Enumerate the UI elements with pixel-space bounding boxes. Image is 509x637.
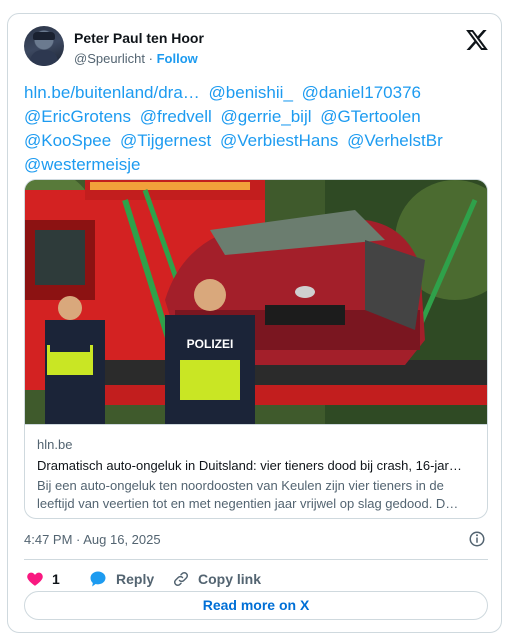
link-token[interactable]: hln.be/buitenland/dra…: [24, 83, 200, 102]
tweet-header: Peter Paul ten Hoor @Speurlicht · Follow: [24, 26, 488, 74]
mention-token[interactable]: @westermeisje: [24, 155, 140, 174]
mention-token[interactable]: @benishii_: [209, 83, 293, 102]
link-title: Dramatisch auto-ongeluk in Duitsland: vi…: [37, 458, 462, 473]
copy-link-button[interactable]: Copy link: [172, 565, 261, 593]
heart-icon: [27, 572, 43, 586]
follow-button[interactable]: Follow: [157, 51, 198, 66]
mention-token[interactable]: @EricGrotens: [24, 107, 131, 126]
read-more-button[interactable]: Read more on X: [24, 591, 488, 620]
author-handle-row: @Speurlicht · Follow: [74, 51, 198, 66]
reply-button[interactable]: Reply: [88, 565, 154, 593]
mention-token[interactable]: @daniel170376: [302, 83, 421, 102]
police-vest-text: POLIZEI: [187, 337, 234, 351]
avatar[interactable]: [24, 26, 64, 66]
link-description: Bij een auto-ongeluk ten noordoosten van…: [37, 478, 459, 511]
x-logo-icon[interactable]: [466, 30, 488, 50]
like-count: 1: [52, 571, 60, 587]
mention-token[interactable]: @KooSpee: [24, 131, 111, 150]
like-button[interactable]: 1: [26, 565, 60, 593]
link-domain: hln.be: [37, 437, 73, 452]
mention-token[interactable]: @fredvell: [140, 107, 212, 126]
copy-link-label: Copy link: [198, 571, 262, 587]
mention-token[interactable]: @VerbiestHans: [220, 131, 338, 150]
separator: ·: [148, 51, 153, 66]
reply-label: Reply: [116, 571, 155, 587]
info-icon[interactable]: [468, 530, 486, 548]
tweet-text: hln.be/buitenland/dra… @benishii_ @danie…: [24, 81, 490, 177]
link-meta[interactable]: hln.be Dramatisch auto-ongeluk in Duitsl…: [25, 424, 487, 518]
mention-token[interactable]: @GTertoolen: [320, 107, 420, 126]
mention-token[interactable]: @gerrie_bijl: [221, 107, 312, 126]
author-name[interactable]: Peter Paul ten Hoor: [74, 30, 204, 46]
tweet-embed-card: Peter Paul ten Hoor @Speurlicht · Follow…: [7, 13, 502, 633]
mention-token[interactable]: @Tijgernest: [120, 131, 211, 150]
divider: [24, 559, 488, 560]
reply-bubble-icon: [90, 571, 106, 587]
crash-photo[interactable]: POLIZEI: [25, 180, 488, 424]
link-preview-card[interactable]: POLIZEI hln.be Dramatisch auto-ongeluk i…: [24, 179, 488, 519]
mention-token[interactable]: @VerhelstBr: [347, 131, 443, 150]
tweet-timestamp[interactable]: 4:47 PM · Aug 16, 2025: [24, 532, 161, 547]
author-handle[interactable]: @Speurlicht: [74, 51, 145, 66]
link-icon: [173, 571, 189, 587]
